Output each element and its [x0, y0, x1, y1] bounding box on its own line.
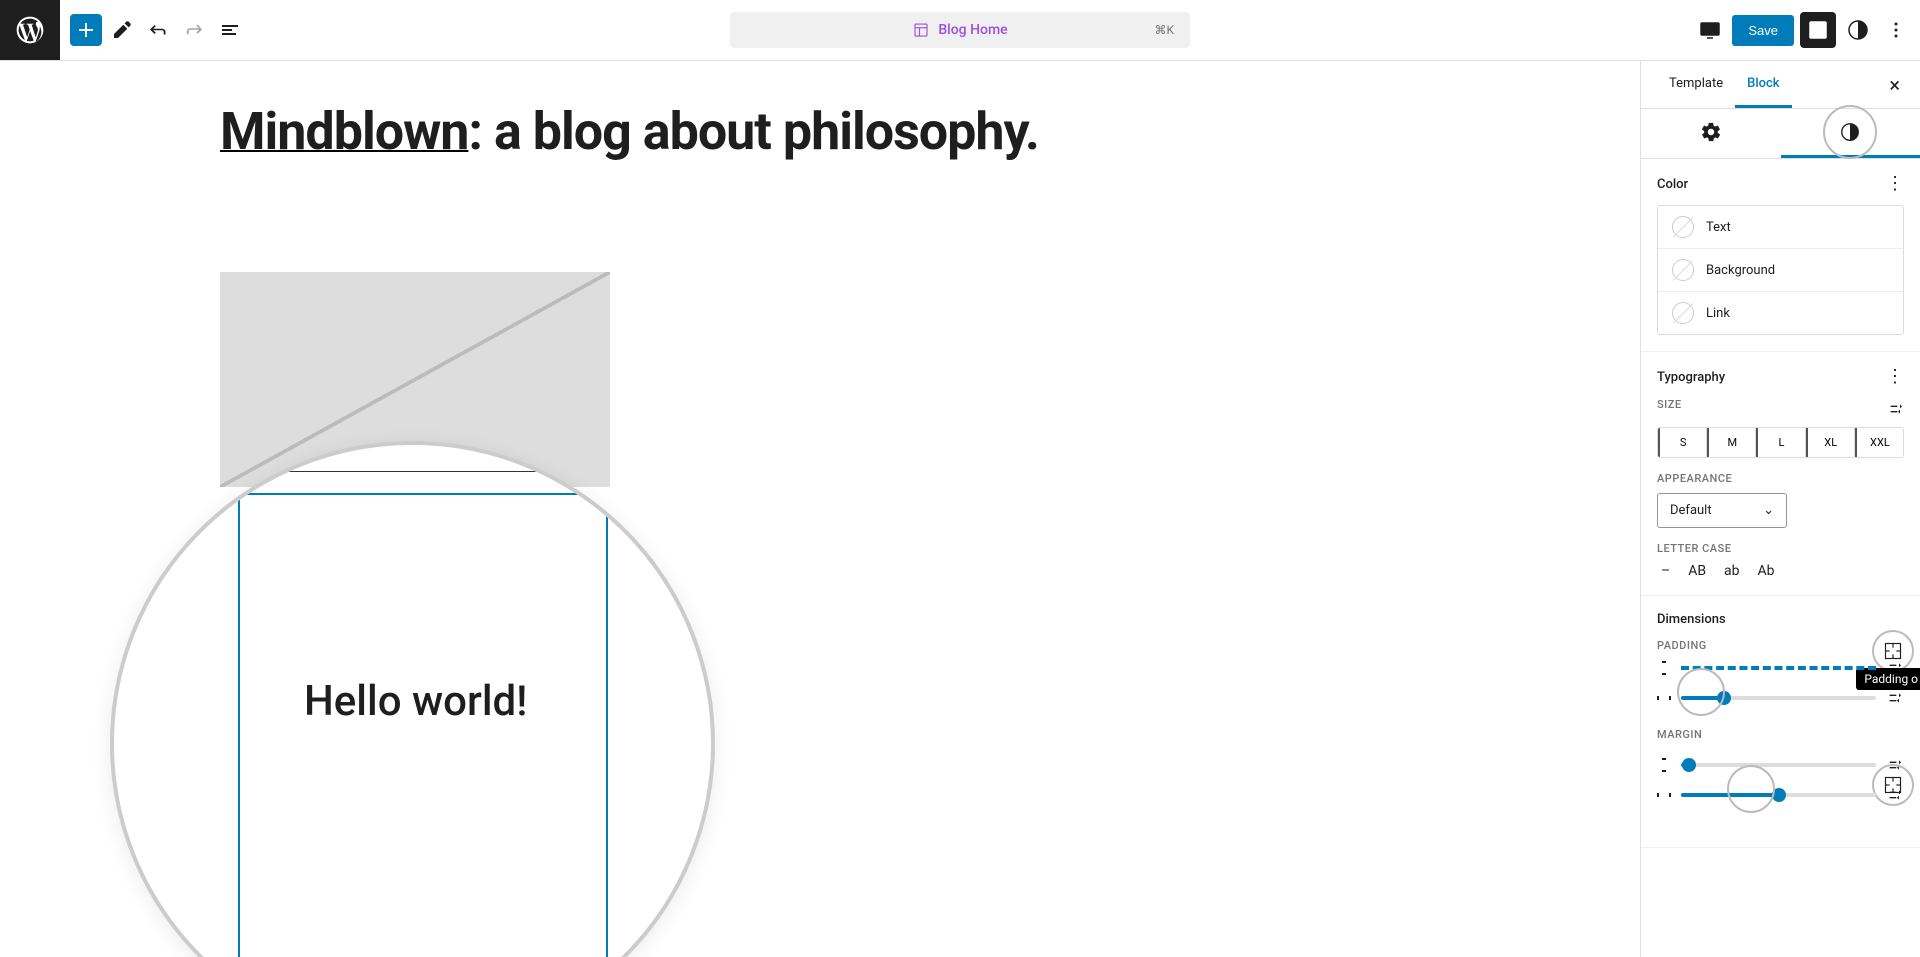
gear-icon	[1700, 121, 1722, 143]
add-block-button[interactable]	[70, 14, 102, 46]
size-s-button[interactable]: S	[1658, 428, 1707, 457]
redo-button[interactable]	[178, 14, 210, 46]
size-label: SIZE	[1657, 398, 1682, 411]
margin-vertical-slider[interactable]	[1681, 763, 1876, 767]
view-button[interactable]	[1694, 14, 1726, 46]
margin-vertical-icon	[1657, 758, 1671, 772]
tab-block[interactable]: Block	[1735, 62, 1791, 108]
settings-sidebar: Template Block × Color ⋮	[1640, 61, 1920, 957]
subtab-settings[interactable]	[1641, 109, 1781, 158]
color-background-button[interactable]: Background	[1658, 249, 1903, 292]
padding-horizontal-slider[interactable]	[1681, 696, 1876, 700]
padding-tooltip: Padding o	[1856, 668, 1920, 690]
document-overview-button[interactable]	[214, 14, 246, 46]
chevron-down-icon: ⌄	[1763, 503, 1774, 518]
margin-h-custom-button[interactable]	[1886, 787, 1904, 803]
appearance-label: APPEARANCE	[1657, 472, 1904, 485]
magnifier-overlay: Hello world! E	[110, 441, 715, 957]
subtab-styles[interactable]	[1781, 109, 1920, 158]
lettercase-lower-button[interactable]: ab	[1724, 563, 1739, 579]
lettercase-upper-button[interactable]: AB	[1688, 563, 1706, 579]
padding-label: PADDING	[1657, 639, 1904, 652]
typography-heading: Typography	[1657, 370, 1725, 385]
size-l-button[interactable]: L	[1756, 428, 1805, 457]
padding-vertical-slider[interactable]	[1681, 666, 1876, 670]
appearance-select[interactable]: Default ⌄	[1657, 493, 1787, 528]
page-title[interactable]: Mindblown: a blog about philosophy.	[220, 101, 1640, 162]
styles-button[interactable]	[1842, 14, 1874, 46]
dimensions-heading: Dimensions	[1657, 612, 1726, 627]
lettercase-cap-button[interactable]: Ab	[1758, 563, 1775, 579]
post-title-zoom: Hello world!	[304, 675, 527, 730]
size-xl-button[interactable]: XL	[1806, 428, 1855, 457]
margin-horizontal-icon	[1657, 789, 1671, 801]
size-m-button[interactable]: M	[1707, 428, 1756, 457]
color-text-button[interactable]: Text	[1658, 206, 1903, 249]
lettercase-label: LETTER CASE	[1657, 542, 1904, 555]
top-toolbar: Blog Home ⌘K Save	[0, 0, 1920, 61]
color-options-button[interactable]: ⋮	[1886, 175, 1904, 193]
close-sidebar-button[interactable]: ×	[1885, 69, 1904, 101]
edit-mode-button[interactable]	[106, 14, 138, 46]
editor-canvas[interactable]: Mindblown: a blog about philosophy. Hell…	[0, 61, 1640, 957]
template-name: Blog Home	[938, 22, 1007, 38]
save-button[interactable]: Save	[1732, 15, 1794, 46]
size-custom-icon[interactable]	[1888, 401, 1904, 417]
tab-template[interactable]: Template	[1657, 62, 1735, 108]
typography-options-button[interactable]: ⋮	[1886, 368, 1904, 386]
settings-sidebar-button[interactable]	[1800, 12, 1836, 48]
padding-h-custom-button[interactable]	[1886, 690, 1904, 706]
undo-button[interactable]	[142, 14, 174, 46]
margin-label: MARGIN	[1657, 728, 1702, 741]
options-button[interactable]	[1880, 14, 1912, 46]
margin-horizontal-slider[interactable]	[1681, 793, 1876, 797]
color-link-button[interactable]: Link	[1658, 292, 1903, 334]
lettercase-none-button[interactable]: –	[1661, 563, 1670, 579]
layout-icon	[912, 21, 930, 39]
shortcut-label: ⌘K	[1154, 23, 1174, 37]
padding-vertical-icon	[1657, 661, 1671, 675]
wordpress-logo-icon[interactable]	[0, 0, 60, 60]
contrast-icon	[1839, 121, 1861, 143]
template-selector[interactable]: Blog Home ⌘K	[730, 12, 1190, 48]
padding-horizontal-icon	[1657, 692, 1671, 704]
dimensions-visualizer-button[interactable]	[1872, 630, 1914, 672]
color-heading: Color	[1657, 177, 1688, 192]
size-xxl-button[interactable]: XXL	[1855, 428, 1903, 457]
